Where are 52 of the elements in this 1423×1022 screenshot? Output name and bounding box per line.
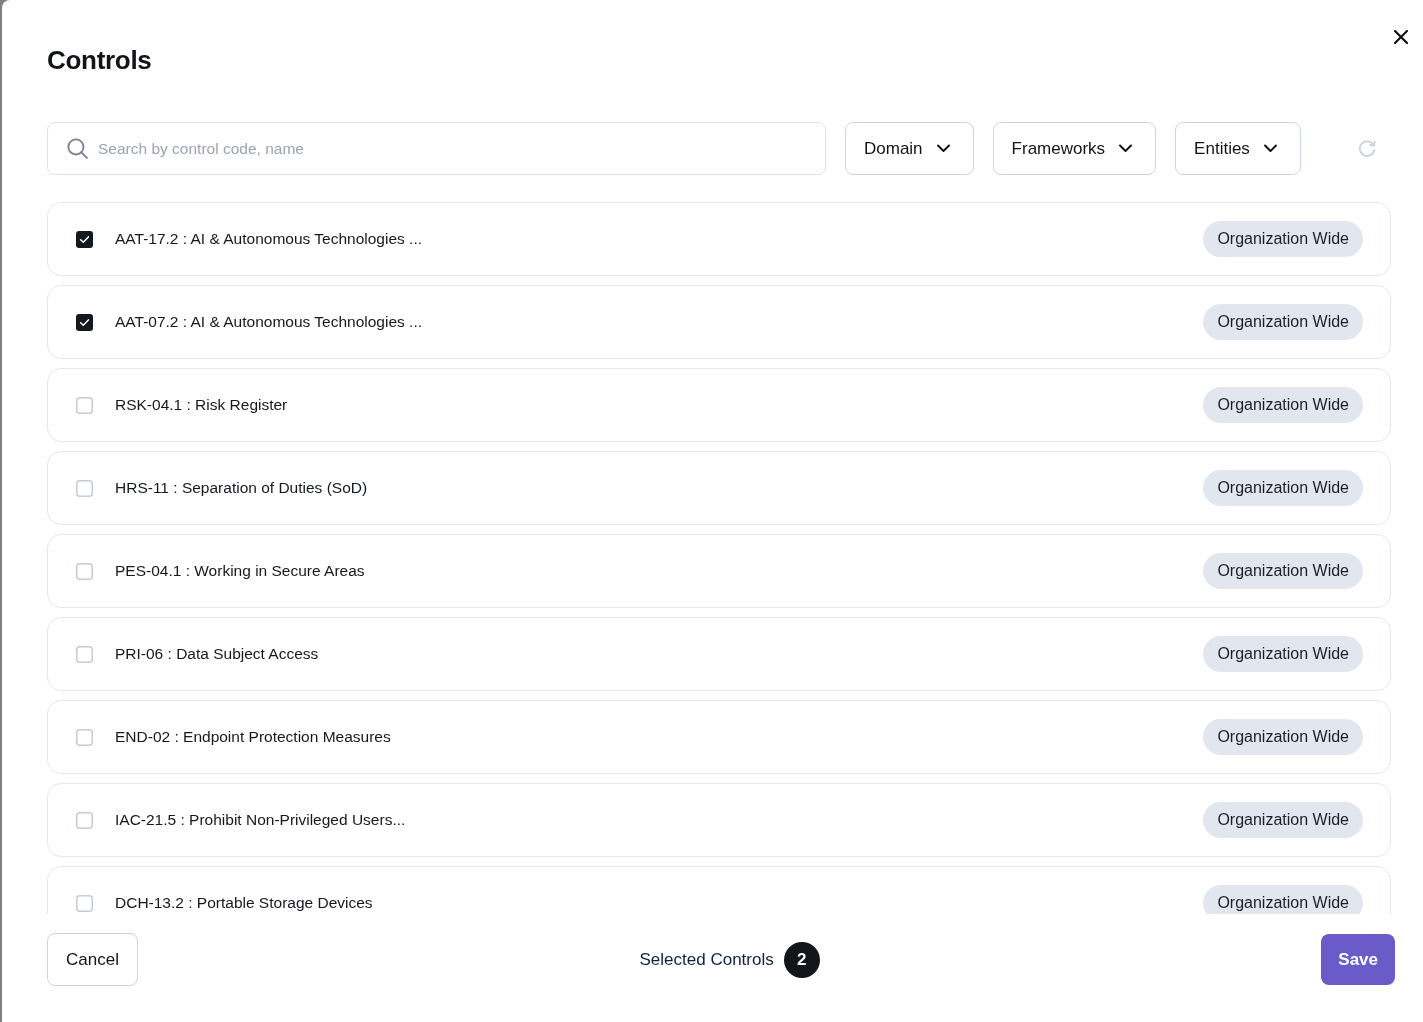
scope-tag: Organization Wide [1203,802,1363,838]
control-row[interactable]: PRI-06 : Data Subject Access Organization Wide [47,617,1391,691]
control-name: DCH-13.2 : Portable Storage Devices [115,894,373,912]
control-name: AAT-07.2 : AI & Autonomous Technologies ... [115,313,423,331]
scope-tag: Organization Wide [1203,719,1363,755]
checkbox[interactable] [76,894,93,912]
checkbox[interactable] [76,479,93,497]
search-icon [67,138,88,159]
scope-tag: Organization Wide [1203,885,1363,914]
refresh-button[interactable] [1357,139,1377,158]
control-name: HRS-11 : Separation of Duties (SoD) [115,479,368,497]
checkbox[interactable] [76,230,93,248]
scope-tag: Organization Wide [1203,387,1363,423]
scope-tag: Organization Wide [1203,636,1363,672]
control-row[interactable]: RSK-04.1 : Risk Register Organization Wide [47,368,1391,442]
selected-count: 2 [783,941,820,978]
dialog-title: Controls [47,44,152,76]
control-row[interactable]: AAT-17.2 : AI & Autonomous Technologies ... Organization Wide [47,202,1391,276]
chevron-down-icon [1119,144,1133,153]
checkbox[interactable] [76,645,93,663]
cancel-button[interactable]: Cancel [47,933,138,986]
close-icon [1394,30,1408,44]
scope-tag: Organization Wide [1203,470,1363,506]
close-button[interactable] [1393,29,1409,45]
selected-controls-label: Selected Controls [639,949,774,970]
scope-tag: Organization Wide [1203,304,1363,340]
save-button[interactable]: Save [1321,934,1395,985]
chevron-down-icon [1263,144,1277,153]
chevron-down-icon [936,144,950,153]
checkbox[interactable] [76,562,93,580]
checkbox[interactable] [76,728,93,746]
checkbox[interactable] [76,313,93,331]
checkbox[interactable] [76,396,93,414]
control-row[interactable]: AAT-07.2 : AI & Autonomous Technologies ... Organization Wide [47,285,1391,359]
control-name: AAT-17.2 : AI & Autonomous Technologies ... [115,230,423,248]
control-row[interactable]: END-02 : Endpoint Protection Measures Organization Wide [47,700,1391,774]
control-row[interactable]: HRS-11 : Separation of Duties (SoD) Organization Wide [47,451,1391,525]
search-field[interactable]: Search by control code, name [47,122,826,175]
filter-dropdown[interactable]: Entities [1175,122,1301,175]
scope-tag: Organization Wide [1203,221,1363,257]
control-row[interactable]: IAC-21.5 : Prohibit Non-Privileged Users... Organization Wide [47,783,1391,857]
control-name: PES-04.1 : Working in Secure Areas [115,562,365,580]
filter-dropdown[interactable]: Frameworks [992,122,1157,175]
filter-dropdown[interactable]: Domain [845,122,974,175]
control-name: END-02 : Endpoint Protection Measures [115,728,391,746]
control-row[interactable]: PES-04.1 : Working in Secure Areas Organization Wide [47,534,1391,608]
control-name: RSK-04.1 : Risk Register [115,396,288,414]
control-name: PRI-06 : Data Subject Access [115,645,319,663]
control-name: IAC-21.5 : Prohibit Non-Privileged Users... [115,811,406,829]
checkbox[interactable] [76,811,93,829]
refresh-icon [1357,139,1377,158]
scope-tag: Organization Wide [1203,553,1363,589]
